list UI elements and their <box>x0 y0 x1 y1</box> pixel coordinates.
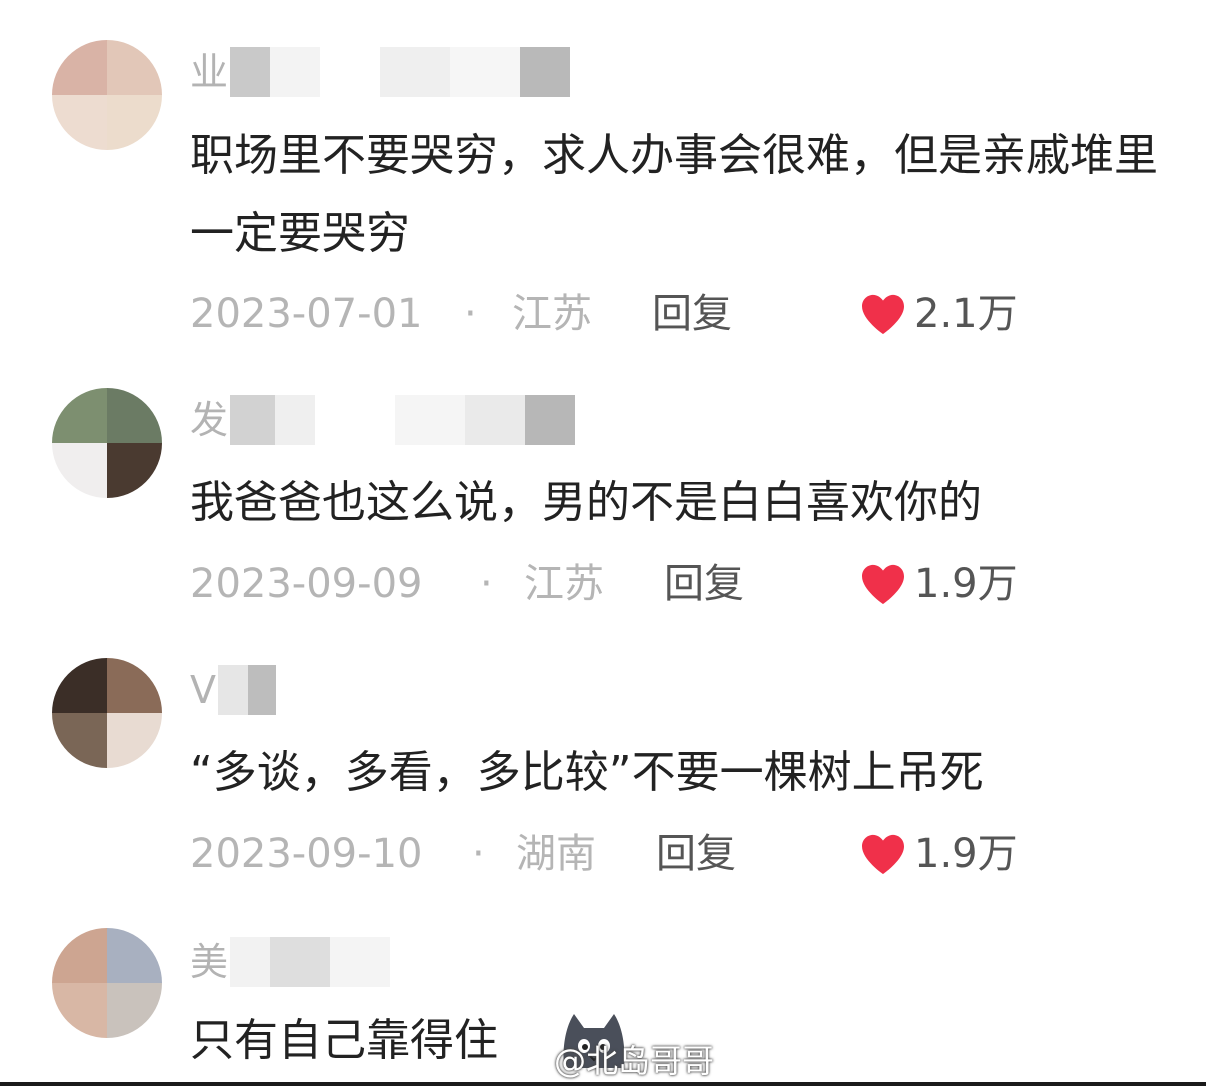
like-button[interactable]: 1.9万 <box>860 824 1018 884</box>
bottom-divider <box>0 1082 1206 1086</box>
blurred-username <box>230 937 431 987</box>
like-count: 2.1万 <box>914 291 1018 337</box>
meta-separator: · <box>464 291 477 337</box>
avatar[interactable] <box>52 388 162 498</box>
username[interactable]: 业 <box>190 44 571 100</box>
comment-date: 2023-07-01 <box>190 291 423 337</box>
comment-date: 2023-09-10 <box>190 831 423 877</box>
avatar[interactable] <box>52 40 162 150</box>
comment-location: 江苏 <box>512 291 592 337</box>
weibo-logo-icon <box>501 1043 544 1077</box>
like-count: 1.9万 <box>914 831 1018 877</box>
meta-separator: · <box>480 561 493 607</box>
reply-button[interactable]: 回复 <box>652 284 732 344</box>
username[interactable]: V <box>190 662 276 718</box>
watermark: @北岛哥哥 <box>500 1036 714 1082</box>
watermark-text: @北岛哥哥 <box>554 1042 715 1080</box>
heart-icon <box>862 564 904 605</box>
username[interactable]: 发 <box>190 392 576 448</box>
blurred-username <box>230 395 576 445</box>
comment-text: 我爸爸也这么说，男的不是白白喜欢你的 <box>190 477 982 528</box>
comment-date: 2023-09-09 <box>190 561 423 607</box>
blurred-username <box>218 665 276 715</box>
comment-location: 湖南 <box>516 831 596 877</box>
username[interactable]: 美 <box>190 934 431 990</box>
avatar[interactable] <box>52 928 162 1038</box>
blurred-username <box>230 47 571 97</box>
reply-button[interactable]: 回复 <box>664 554 744 614</box>
like-button[interactable]: 1.9万 <box>860 554 1018 614</box>
comment-text: 职场里不要哭穷，求人办事会很难，但是亲戚堆里一定要哭穷 <box>190 130 1158 259</box>
avatar[interactable] <box>52 658 162 768</box>
comment-meta: 2023-09-10 · 湖南 回复 1.9万 <box>190 824 1190 884</box>
heart-icon <box>862 834 904 875</box>
reply-button[interactable]: 回复 <box>656 824 736 884</box>
comment-location: 江苏 <box>524 561 604 607</box>
comment-meta: 2023-09-09 · 江苏 回复 1.9万 <box>190 554 1190 614</box>
comment-text: “多谈，多看，多比较”不要一棵树上吊死 <box>190 747 984 798</box>
like-count: 1.9万 <box>914 561 1018 607</box>
like-button[interactable]: 2.1万 <box>860 284 1018 344</box>
meta-separator: · <box>472 831 485 877</box>
heart-icon <box>862 294 904 335</box>
comment-meta: 2023-07-01 · 江苏 回复 2.1万 <box>190 284 1190 344</box>
